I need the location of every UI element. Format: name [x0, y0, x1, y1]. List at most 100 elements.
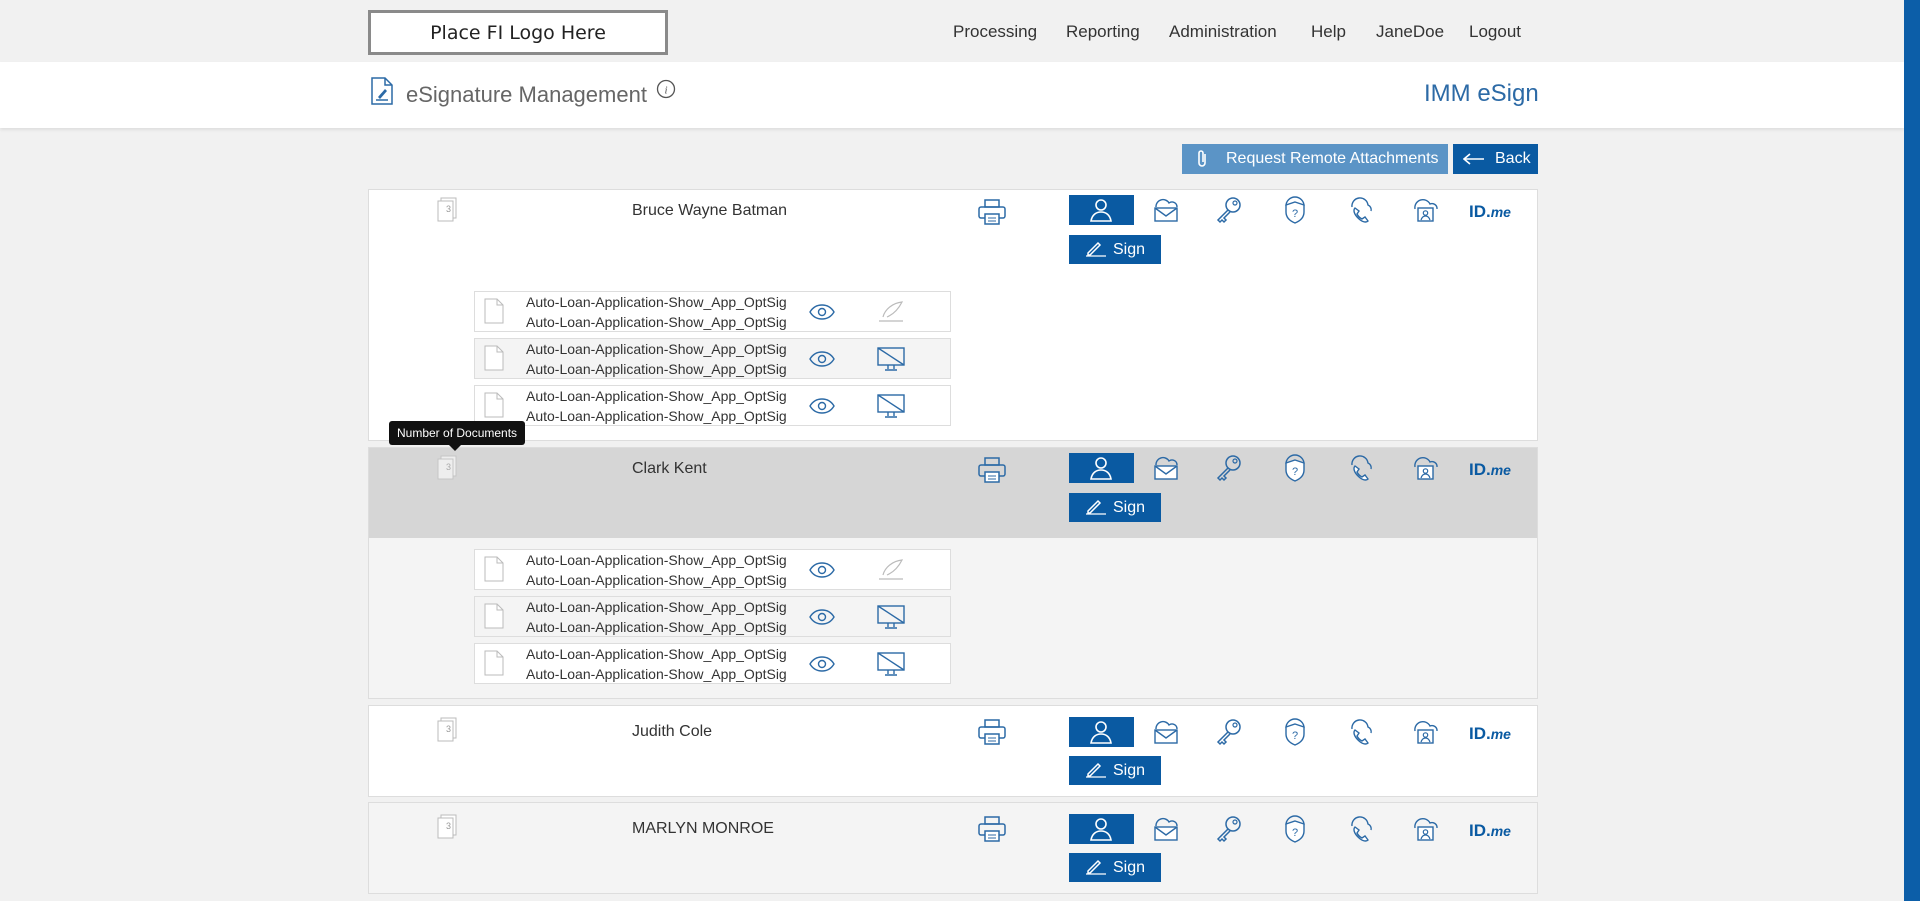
- signer-name: Bruce Wayne Batman: [632, 202, 788, 219]
- idme-logo[interactable]: ID.me: [1469, 724, 1511, 744]
- idme-logo[interactable]: ID.me: [1469, 460, 1511, 480]
- document-row: Auto-Loan-Application-Show_App_OptSig Aut…: [474, 338, 951, 379]
- document-icon: [484, 298, 504, 324]
- id-card-auth-icon[interactable]: [1411, 815, 1439, 843]
- sign-button[interactable]: Sign: [1069, 235, 1161, 264]
- email-auth-icon[interactable]: [1150, 816, 1180, 842]
- signature-feather-icon: [877, 300, 905, 322]
- security-question-icon[interactable]: [1281, 196, 1309, 224]
- idme-logo[interactable]: ID.me: [1469, 821, 1511, 841]
- view-document-eye-icon[interactable]: [809, 562, 835, 578]
- document-row: Auto-Loan-Application-Show_App_OptSig Aut…: [474, 291, 951, 332]
- in-person-auth-button[interactable]: [1069, 717, 1134, 747]
- document-name: Auto-Loan-Application-Show_App_OptSig Aut…: [526, 341, 787, 377]
- document-icon: [484, 392, 504, 418]
- document-icon: [484, 345, 504, 371]
- printer-icon[interactable]: [978, 719, 1006, 745]
- email-auth-icon[interactable]: [1150, 197, 1180, 223]
- printer-icon[interactable]: [978, 816, 1006, 842]
- id-card-auth-icon[interactable]: [1411, 718, 1439, 746]
- printer-icon[interactable]: [978, 199, 1006, 225]
- nav-help[interactable]: Help: [1311, 22, 1346, 42]
- signer-panel-4: 3 MARLYN MONROE ID.me Sign: [368, 802, 1538, 894]
- nav-logout[interactable]: Logout: [1469, 22, 1521, 42]
- signer-name: Judith Cole: [632, 723, 713, 740]
- in-person-auth-button[interactable]: [1069, 453, 1134, 483]
- signer-panel-2: 3 Clark Kent ID.me Sign Auto-Loan-Applic…: [368, 447, 1538, 699]
- document-icon: [484, 603, 504, 629]
- no-display-icon[interactable]: [877, 394, 905, 418]
- view-document-eye-icon[interactable]: [809, 656, 835, 672]
- document-name: Auto-Loan-Application-Show_App_OptSig Aut…: [526, 294, 787, 330]
- signer-panel-3: 3 Judith Cole ID.me Sign: [368, 705, 1538, 797]
- fi-logo-placeholder[interactable]: Place FI Logo Here: [368, 10, 668, 55]
- document-name: Auto-Loan-Application-Show_App_OptSig Aut…: [526, 388, 787, 424]
- nav-user-janedoe[interactable]: JaneDoe: [1376, 22, 1444, 42]
- sign-button[interactable]: Sign: [1069, 756, 1161, 785]
- email-auth-icon[interactable]: [1150, 719, 1180, 745]
- paperclip-icon: [1198, 150, 1206, 167]
- phone-auth-icon[interactable]: [1346, 454, 1374, 482]
- in-person-auth-button[interactable]: [1069, 195, 1134, 225]
- sign-label: Sign: [1113, 858, 1146, 876]
- nav-processing[interactable]: Processing: [953, 22, 1037, 42]
- arrow-left-icon: [1463, 153, 1484, 165]
- in-person-auth-button[interactable]: [1069, 814, 1134, 844]
- sign-label: Sign: [1113, 498, 1146, 516]
- svg-text:i: i: [664, 85, 667, 97]
- sign-button[interactable]: Sign: [1069, 853, 1161, 882]
- nav-reporting[interactable]: Reporting: [1066, 22, 1140, 42]
- document-count-tooltip: Number of Documents: [389, 421, 526, 451]
- document-icon: [484, 650, 504, 676]
- id-card-auth-icon[interactable]: [1411, 196, 1439, 224]
- document-name: Auto-Loan-Application-Show_App_OptSig Aut…: [526, 599, 787, 635]
- back-button[interactable]: Back: [1453, 144, 1538, 174]
- document-count: 3: [446, 724, 452, 734]
- printer-icon[interactable]: [978, 457, 1006, 483]
- document-row: Auto-Loan-Application-Show_App_OptSig Aut…: [474, 643, 951, 684]
- key-auth-icon[interactable]: [1215, 196, 1243, 224]
- phone-auth-icon[interactable]: [1346, 815, 1374, 843]
- app-name: IMM eSign: [1424, 80, 1539, 107]
- back-label: Back: [1495, 150, 1531, 167]
- pen-icon: [1085, 859, 1107, 875]
- document-count: 3: [446, 462, 452, 472]
- sign-label: Sign: [1113, 761, 1146, 779]
- document-name: Auto-Loan-Application-Show_App_OptSig Aut…: [526, 646, 787, 682]
- phone-auth-icon[interactable]: [1346, 196, 1374, 224]
- view-document-eye-icon[interactable]: [809, 304, 835, 320]
- id-card-auth-icon[interactable]: [1411, 454, 1439, 482]
- view-document-eye-icon[interactable]: [809, 398, 835, 414]
- key-auth-icon[interactable]: [1215, 815, 1243, 843]
- no-display-icon[interactable]: [877, 652, 905, 676]
- nav-administration[interactable]: Administration: [1169, 22, 1277, 42]
- document-count: 3: [446, 821, 452, 831]
- security-question-icon[interactable]: [1281, 815, 1309, 843]
- page-header: eSignature Management i IMM eSign: [0, 62, 1904, 128]
- document-row: Auto-Loan-Application-Show_App_OptSig Aut…: [474, 596, 951, 637]
- email-auth-icon[interactable]: [1150, 455, 1180, 481]
- phone-auth-icon[interactable]: [1346, 718, 1374, 746]
- scrollbar[interactable]: [1904, 0, 1920, 901]
- sign-button[interactable]: Sign: [1069, 493, 1161, 522]
- document-name: Auto-Loan-Application-Show_App_OptSig Aut…: [526, 552, 787, 588]
- request-remote-attachments-button[interactable]: Request Remote Attachments: [1182, 144, 1448, 174]
- key-auth-icon[interactable]: [1215, 454, 1243, 482]
- key-auth-icon[interactable]: [1215, 718, 1243, 746]
- security-question-icon[interactable]: [1281, 454, 1309, 482]
- document-row: Auto-Loan-Application-Show_App_OptSig Aut…: [474, 549, 951, 590]
- pen-icon: [1085, 762, 1107, 778]
- view-document-eye-icon[interactable]: [809, 609, 835, 625]
- signer-name: MARLYN MONROE: [632, 820, 774, 837]
- signature-feather-icon: [877, 558, 905, 580]
- no-display-icon[interactable]: [877, 347, 905, 371]
- idme-logo[interactable]: ID.me: [1469, 202, 1511, 222]
- info-icon[interactable]: i: [656, 79, 676, 104]
- pen-icon: [1085, 499, 1107, 515]
- esignature-document-icon: [370, 77, 394, 110]
- pen-icon: [1085, 241, 1107, 257]
- person-icon: [1089, 198, 1113, 222]
- security-question-icon[interactable]: [1281, 718, 1309, 746]
- view-document-eye-icon[interactable]: [809, 351, 835, 367]
- no-display-icon[interactable]: [877, 605, 905, 629]
